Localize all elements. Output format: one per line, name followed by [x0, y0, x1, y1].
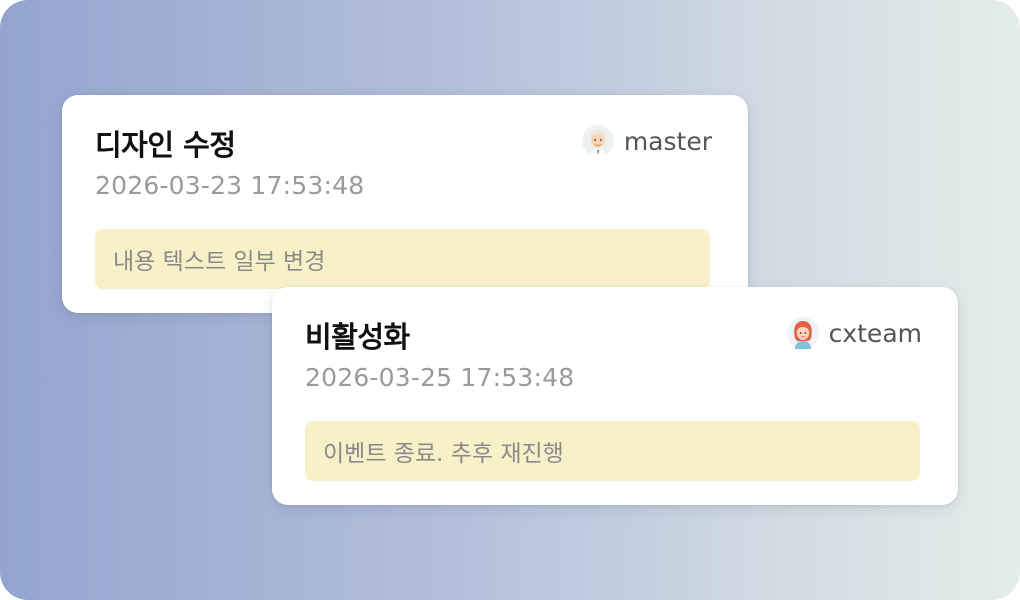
card-title: 비활성화: [305, 320, 410, 354]
author-name: master: [623, 126, 712, 156]
change-note: 이벤트 종료. 추후 재진행: [305, 421, 920, 481]
card-title: 디자인 수정: [95, 128, 236, 162]
avatar-redhair-icon: [786, 317, 819, 349]
card-timestamp: 2026-03-25 17:53:48: [305, 363, 575, 392]
avatar-elderly-icon: [581, 125, 614, 157]
change-note: 내용 텍스트 일부 변경: [95, 229, 710, 289]
history-card[interactable]: 비활성화 cxteam 2026-03-25 17:53:48 이벤트 종료. …: [272, 287, 958, 505]
background-canvas: 디자인 수정 master 2026-03-23 17:53:48 내용 텍스트…: [0, 0, 1020, 600]
author: cxteam: [786, 317, 922, 349]
card-timestamp: 2026-03-23 17:53:48: [95, 171, 365, 200]
history-card[interactable]: 디자인 수정 master 2026-03-23 17:53:48 내용 텍스트…: [62, 95, 748, 313]
author: master: [581, 125, 712, 157]
author-name: cxteam: [828, 318, 922, 348]
